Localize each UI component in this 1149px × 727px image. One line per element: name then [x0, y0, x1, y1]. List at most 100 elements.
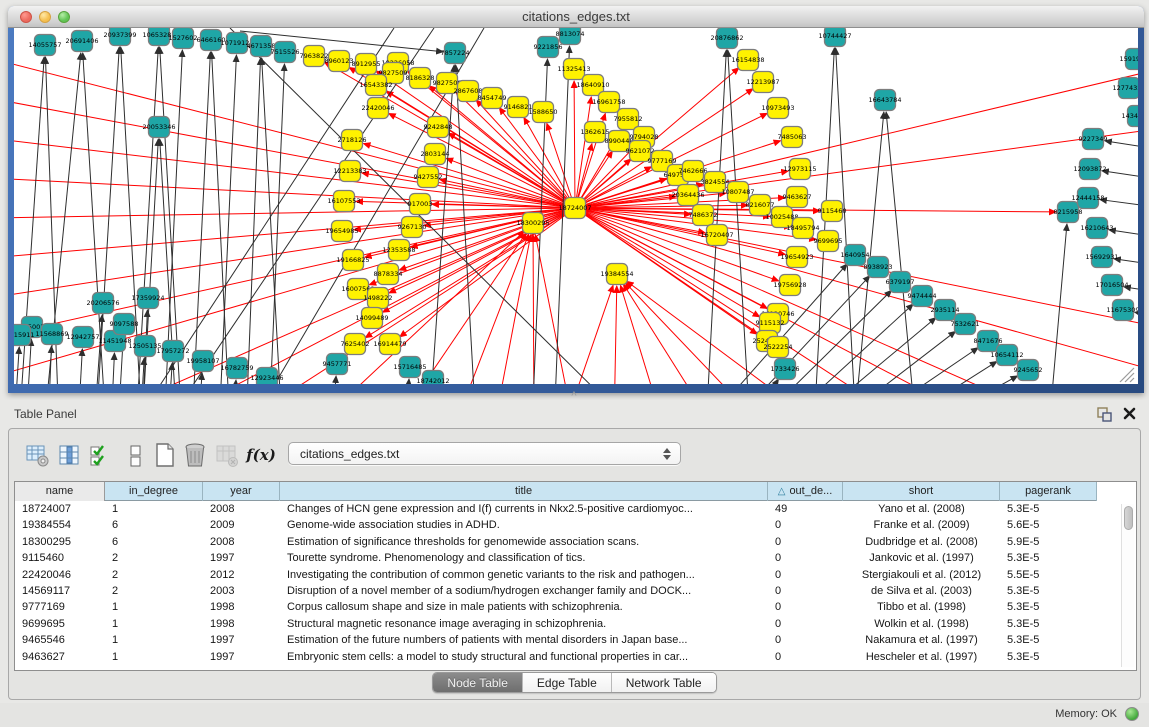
window-title: citations_edges.txt [8, 9, 1144, 24]
graph-node-label: 15919771 [1119, 55, 1138, 63]
import-table-disabled-icon [213, 441, 241, 469]
status-bar: Memory: OK [0, 703, 1149, 727]
cell-pagerank: 5.3E-5 [1000, 599, 1097, 615]
graph-node-label: 18640910 [576, 81, 609, 89]
graph-node-label: 3824554 [701, 178, 730, 186]
network-canvas[interactable]: 1405575720691406209373991065328715276026… [14, 28, 1138, 384]
cell-year: 2009 [203, 517, 280, 533]
graph-node-label: 8216077 [746, 201, 775, 209]
cell-year: 1997 [203, 550, 280, 566]
graph-node-label: 8454749 [478, 94, 507, 102]
cell-pagerank: 5.6E-5 [1000, 517, 1097, 533]
cell-out_de: 0 [768, 649, 843, 665]
cell-name: 14569117 [15, 583, 105, 599]
table-row[interactable]: 1938455462009Genome-wide association stu… [15, 517, 1136, 533]
function-builder-icon[interactable]: f(x) [247, 441, 275, 469]
graph-node-label: 18742012 [416, 377, 449, 384]
graph-node-label: 11568869 [35, 330, 68, 338]
deselect-all-icon[interactable] [121, 441, 149, 469]
graph-node-label: 1527602 [169, 34, 198, 42]
graph-node-label: 7485063 [778, 133, 807, 141]
graph-node-label: 19958107 [186, 357, 219, 365]
graph-node-label: 7462666 [679, 167, 708, 175]
cell-short: Yano et al. (2008) [843, 501, 1000, 517]
table-panel: Table Panel [0, 400, 1149, 703]
tab-edge-table[interactable]: Edge Table [523, 673, 612, 692]
graph-node-label: 19166825 [336, 256, 369, 264]
cell-short: Wolkin et al. (1998) [843, 616, 1000, 632]
show-columns-icon[interactable] [55, 441, 83, 469]
delete-icon[interactable] [181, 441, 209, 469]
column-header-in_degree[interactable]: in_degree [105, 482, 203, 501]
tab-network-table[interactable]: Network Table [612, 673, 716, 692]
table-body: 1872400712008Changes of HCN gene express… [15, 501, 1136, 665]
float-panel-icon[interactable] [1096, 406, 1113, 423]
new-document-icon[interactable] [151, 441, 179, 469]
graph-node-label: 16210643 [1080, 224, 1113, 232]
graph-node-label: 8471676 [974, 337, 1003, 345]
table-row[interactable]: 1830029562008Estimation of significance … [15, 534, 1136, 550]
graph-node-label: 7532621 [951, 320, 980, 328]
network-graph[interactable]: 1405575720691406209373991065328715276026… [14, 28, 1138, 384]
column-header-pagerank[interactable]: pagerank [1000, 482, 1097, 501]
cell-year: 2008 [203, 534, 280, 550]
cell-name: 9699695 [15, 616, 105, 632]
cell-out_de: 0 [768, 616, 843, 632]
cell-name: 9465546 [15, 632, 105, 648]
cell-in_degree: 1 [105, 616, 203, 632]
graph-node-label: 3915911 [14, 331, 34, 339]
cell-title: Disruption of a novel member of a sodium… [280, 583, 768, 599]
cell-pagerank: 5.3E-5 [1000, 583, 1097, 599]
graph-node-label: 15716485 [393, 363, 426, 371]
graph-node-label: 9777169 [648, 157, 677, 165]
table-settings-icon[interactable] [23, 441, 51, 469]
graph-node-label: 14099489 [355, 314, 388, 322]
cell-name: 18724007 [15, 501, 105, 517]
cell-pagerank: 5.3E-5 [1000, 649, 1097, 665]
table-row[interactable]: 911546021997Tourette syndrome. Phenomeno… [15, 550, 1136, 566]
graph-node-label: 11325413 [557, 65, 590, 73]
graph-node-label: 1362615 [581, 128, 610, 136]
window-resize-grip[interactable] [1120, 368, 1134, 382]
column-header-out_de[interactable]: △out_de... [768, 482, 843, 501]
memory-status-label: Memory: OK [1055, 708, 1117, 720]
graph-node-label: 9463627 [783, 193, 812, 201]
table-selector-dropdown[interactable]: citations_edges.txt [288, 442, 681, 465]
select-all-icon[interactable] [85, 441, 113, 469]
column-header-short[interactable]: short [843, 482, 1000, 501]
cell-name: 9463627 [15, 649, 105, 665]
table-row[interactable]: 1456911722003Disruption of a novel membe… [15, 583, 1136, 599]
tab-node-table[interactable]: Node Table [433, 673, 523, 692]
graph-node-label: 17359924 [131, 294, 164, 302]
table-row[interactable]: 2242004622012Investigating the contribut… [15, 567, 1136, 583]
graph-node-label: 1733426 [771, 365, 800, 373]
cell-pagerank: 5.3E-5 [1000, 632, 1097, 648]
column-header-name[interactable]: name [15, 482, 105, 501]
table-selector-value: citations_edges.txt [300, 447, 399, 461]
column-header-title[interactable]: title [280, 482, 768, 501]
table-scrollbar-thumb[interactable] [1124, 506, 1133, 530]
header-filler [1097, 482, 1136, 501]
table-row[interactable]: 977716911998Corpus callosum shape and si… [15, 599, 1136, 615]
table-row[interactable]: 1872400712008Changes of HCN gene express… [15, 501, 1136, 517]
cell-in_degree: 1 [105, 632, 203, 648]
graph-node-label: 16914479 [373, 340, 406, 348]
graph-node-label: 19384554 [600, 270, 633, 278]
cell-out_de: 0 [768, 583, 843, 599]
cell-title: Tourette syndrome. Phenomenology and cla… [280, 550, 768, 566]
graph-node-label: 10654112 [990, 351, 1023, 359]
table-row[interactable]: 969969511998Structural magnetic resonanc… [15, 616, 1136, 632]
window-titlebar[interactable]: citations_edges.txt [8, 6, 1144, 28]
table-row[interactable]: 946362711997Embryonic stem cells: a mode… [15, 649, 1136, 665]
table-scrollbar[interactable] [1121, 504, 1134, 667]
graph-node-label: 917003 [408, 200, 433, 208]
memory-status-indicator[interactable] [1125, 707, 1139, 721]
graph-node-label: 2718126 [338, 136, 367, 144]
graph-node-label: 10744427 [818, 32, 851, 40]
close-panel-icon[interactable] [1122, 406, 1137, 421]
column-header-year[interactable]: year [203, 482, 280, 501]
graph-node-label: 9699695 [814, 237, 843, 245]
graph-node-label: 9427552 [414, 173, 443, 181]
cell-title: Investigating the contribution of common… [280, 567, 768, 583]
table-row[interactable]: 946554611997Estimation of the future num… [15, 632, 1136, 648]
